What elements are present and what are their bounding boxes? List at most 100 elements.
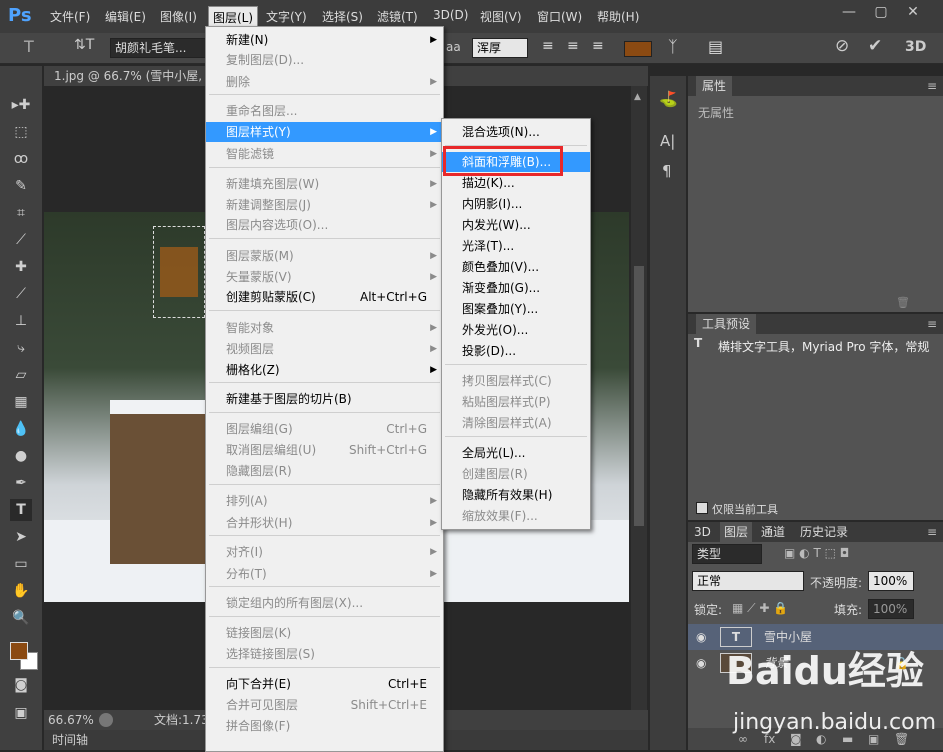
tool-presets-tab[interactable]: 工具预设 xyxy=(696,314,757,334)
menu-3d[interactable]: 3D(D) xyxy=(433,8,468,22)
menu-item-merge-visible[interactable]: 合并可见图层 Shift+Ctrl+E xyxy=(206,695,443,715)
3d-icon[interactable]: 3D xyxy=(905,39,926,55)
pen-tool-icon[interactable]: ✒ xyxy=(10,472,32,494)
menu-item-new-adjustment-layer[interactable]: 新建调整图层(J) ▶ xyxy=(206,195,443,215)
healing-tool-icon[interactable]: ✚ xyxy=(10,256,32,278)
tab-history[interactable]: 历史记录 xyxy=(800,522,848,542)
menu-item-satin[interactable]: 光泽(T)... xyxy=(442,236,590,256)
foreground-color-swatch[interactable] xyxy=(10,642,28,660)
vertical-scrollbar[interactable]: ▲ xyxy=(631,86,647,710)
align-right-icon[interactable]: ≡ xyxy=(592,38,604,54)
menu-help[interactable]: 帮助(H) xyxy=(597,8,639,25)
menu-item-clear-style[interactable]: 清除图层样式(A) xyxy=(442,413,590,433)
align-left-icon[interactable]: ≡ xyxy=(542,38,554,54)
crop-tool-icon[interactable]: ⌗ xyxy=(10,202,32,224)
menu-item-drop-shadow[interactable]: 投影(D)... xyxy=(442,341,590,361)
move-tool-icon[interactable]: ▸✚ xyxy=(10,94,32,116)
blur-tool-icon[interactable]: 💧 xyxy=(10,418,32,440)
menu-file[interactable]: 文件(F) xyxy=(50,8,90,25)
zoom-level[interactable]: 66.67% xyxy=(48,710,94,730)
scroll-thumb[interactable] xyxy=(634,266,644,526)
menu-item-new[interactable]: 新建(N) ▶ xyxy=(206,30,443,50)
menu-item-vector-mask[interactable]: 矢量蒙版(V) ▶ xyxy=(206,267,443,287)
menu-item-merge-down[interactable]: 向下合并(E) Ctrl+E xyxy=(206,674,443,694)
menu-view[interactable]: 视图(V) xyxy=(480,8,522,25)
close-button[interactable]: ✕ xyxy=(902,2,924,22)
text-color-swatch[interactable] xyxy=(624,41,652,57)
visibility-eye-icon[interactable]: ◉ xyxy=(696,624,706,650)
menu-select[interactable]: 选择(S) xyxy=(322,8,363,25)
gradient-tool-icon[interactable]: ▦ xyxy=(10,391,32,413)
warp-text-icon[interactable]: ᛉ xyxy=(668,37,678,56)
menu-item-stroke[interactable]: 描边(K)... xyxy=(442,173,590,193)
only-current-tool-checkbox[interactable] xyxy=(696,502,708,514)
status-info-icon[interactable] xyxy=(99,713,113,727)
hand-tool-icon[interactable]: ✋ xyxy=(10,580,32,602)
menu-item-smart-filter[interactable]: 智能滤镜 ▶ xyxy=(206,144,443,164)
menu-item-link-layers[interactable]: 链接图层(K) xyxy=(206,623,443,643)
zoom-tool-icon[interactable]: 🔍 xyxy=(10,607,32,629)
menu-item-gradient-overlay[interactable]: 渐变叠加(G)... xyxy=(442,278,590,298)
menu-item-copy-style[interactable]: 拷贝图层样式(C) xyxy=(442,371,590,391)
history-panel-icon[interactable]: ⛳ xyxy=(659,90,678,108)
menu-item-layer-mask[interactable]: 图层蒙版(M) ▶ xyxy=(206,246,443,266)
tab-channels[interactable]: 通道 xyxy=(761,522,785,542)
menu-item-create-clipping-mask[interactable]: 创建剪贴蒙版(C) Alt+Ctrl+G xyxy=(206,287,443,307)
menu-item-duplicate[interactable]: 复制图层(D)... xyxy=(206,50,443,70)
antialias-select[interactable]: 浑厚 xyxy=(472,38,528,58)
eyedropper-tool-icon[interactable]: ⟋ xyxy=(10,229,32,251)
stamp-tool-icon[interactable]: ⊥ xyxy=(10,310,32,332)
panel-menu-icon[interactable]: ≡ xyxy=(927,522,937,542)
filter-kind-select[interactable]: 类型 xyxy=(692,544,762,564)
menu-filter[interactable]: 滤镜(T) xyxy=(377,8,418,25)
menu-item-arrange[interactable]: 排列(A) ▶ xyxy=(206,491,443,511)
filter-icons[interactable]: ▣ ◐ T ⬚ ◘ xyxy=(784,546,849,560)
panel-menu-icon[interactable]: ≡ xyxy=(927,314,937,334)
menu-item-create-layer[interactable]: 创建图层(R) xyxy=(442,464,590,484)
character-panel-icon[interactable]: ▤ xyxy=(708,37,723,56)
lasso-tool-icon[interactable]: ꝏ xyxy=(10,148,32,170)
menu-item-rename[interactable]: 重命名图层... xyxy=(206,101,443,121)
menu-item-video-layer[interactable]: 视频图层 ▶ xyxy=(206,339,443,359)
menu-item-combine-shapes[interactable]: 合并形状(H) ▶ xyxy=(206,513,443,533)
menu-item-layer-content-options[interactable]: 图层内容选项(O)... xyxy=(206,215,443,235)
menu-item-inner-shadow[interactable]: 内阴影(I)... xyxy=(442,194,590,214)
trash-icon[interactable]: 🗑 xyxy=(896,296,910,309)
menu-item-select-linked-layers[interactable]: 选择链接图层(S) xyxy=(206,644,443,664)
menu-item-lock-all-layers[interactable]: 锁定组内的所有图层(X)... xyxy=(206,593,443,613)
fill-input[interactable]: 100% xyxy=(868,599,914,619)
character-icon[interactable]: A| xyxy=(660,132,675,150)
menu-item-rasterize[interactable]: 栅格化(Z) ▶ xyxy=(206,360,443,380)
rectangle-tool-icon[interactable]: ▭ xyxy=(10,553,32,575)
blend-mode-select[interactable]: 正常 xyxy=(692,571,804,591)
menu-item-hide-layers[interactable]: 隐藏图层(R) xyxy=(206,461,443,481)
menu-item-inner-glow[interactable]: 内发光(W)... xyxy=(442,215,590,235)
menu-item-ungroup-layers[interactable]: 取消图层编组(U) Shift+Ctrl+G xyxy=(206,440,443,460)
cancel-icon[interactable]: ⊘ xyxy=(835,36,849,56)
menu-item-color-overlay[interactable]: 颜色叠加(V)... xyxy=(442,257,590,277)
marquee-tool-icon[interactable]: ⬚ xyxy=(10,121,32,143)
path-select-tool-icon[interactable]: ➤ xyxy=(10,526,32,548)
menu-item-pattern-overlay[interactable]: 图案叠加(Y)... xyxy=(442,299,590,319)
menu-item-new-layer-slice[interactable]: 新建基于图层的切片(B) xyxy=(206,389,443,409)
history-brush-tool-icon[interactable]: ⤷ xyxy=(10,337,32,359)
menu-type[interactable]: 文字(Y) xyxy=(266,8,307,25)
menu-edit[interactable]: 编辑(E) xyxy=(105,8,146,25)
menu-image[interactable]: 图像(I) xyxy=(160,8,197,25)
type-tool-icon[interactable]: T xyxy=(24,37,34,56)
menu-item-delete[interactable]: 删除 ▶ xyxy=(206,72,443,92)
menu-item-blending-options[interactable]: 混合选项(N)... xyxy=(442,122,590,142)
visibility-eye-icon[interactable]: ◉ xyxy=(696,650,706,676)
opacity-input[interactable]: 100% xyxy=(868,571,914,591)
menu-item-group-layers[interactable]: 图层编组(G) Ctrl+G xyxy=(206,419,443,439)
menu-item-paste-style[interactable]: 粘贴图层样式(P) xyxy=(442,392,590,412)
paragraph-icon[interactable]: ¶ xyxy=(662,162,672,180)
font-family-field[interactable]: 胡颜礼毛笔... xyxy=(110,38,208,58)
tab-layers[interactable]: 图层 xyxy=(720,522,753,542)
menu-window[interactable]: 窗口(W) xyxy=(537,8,582,25)
maximize-button[interactable]: ▢ xyxy=(870,2,892,22)
quick-mask-icon[interactable]: ◙ xyxy=(10,674,32,696)
preset-item[interactable]: 横排文字工具，Myriad Pro 字体，常规 xyxy=(718,338,940,355)
commit-icon[interactable]: ✔ xyxy=(868,36,882,56)
screen-mode-icon[interactable]: ▣ xyxy=(10,702,32,724)
